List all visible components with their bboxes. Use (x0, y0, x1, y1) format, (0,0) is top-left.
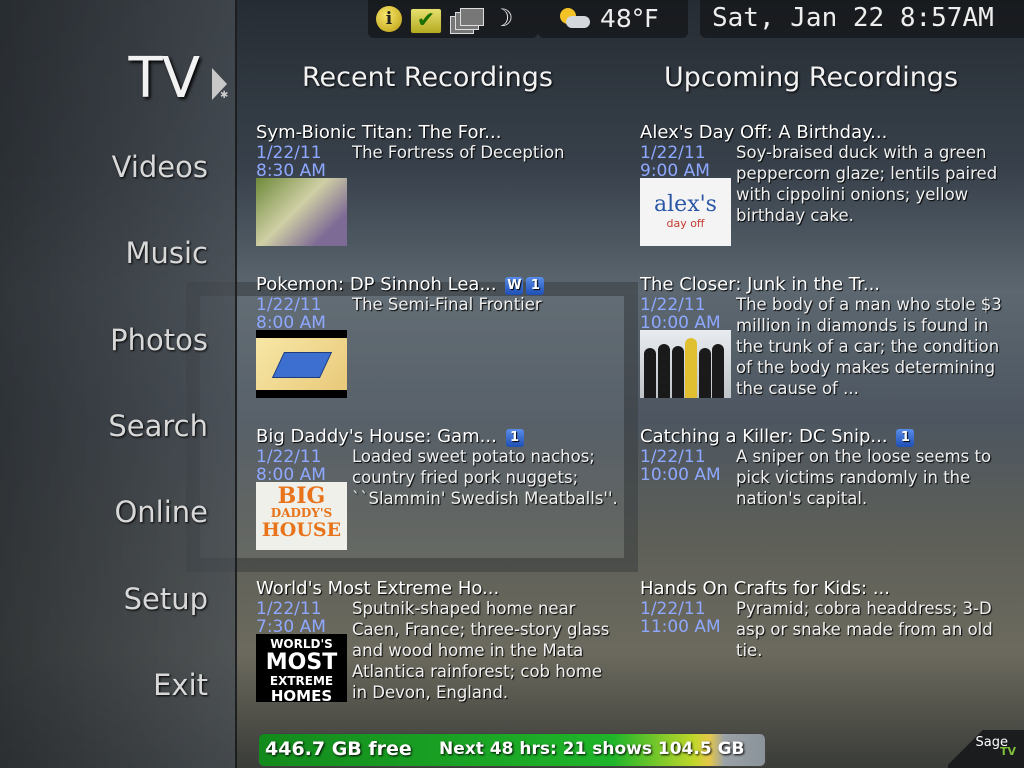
recent-recordings-header: Recent Recordings (302, 62, 554, 93)
upcoming-recording-item[interactable]: Alex's Day Off: A Birthday... 1/22/11 9:… (640, 122, 1000, 246)
recent-recording-item[interactable]: Big Daddy's House: Gam... 1 1/22/11 8:00… (256, 426, 618, 550)
temperature: 48°F (600, 4, 659, 33)
next-48hrs-label: Next 48 hrs: 21 shows 104.5 GB (439, 739, 745, 759)
upcoming-recordings-header: Upcoming Recordings (664, 62, 959, 93)
recent-recording-item[interactable]: World's Most Extreme Ho... 1/22/11 7:30 … (256, 578, 616, 702)
sidebar-item-music[interactable]: Music (125, 236, 208, 270)
recording-description: Sputnik-shaped home near Caen, France; t… (352, 599, 610, 702)
recording-description: Loaded sweet potato nachos; country frie… (352, 447, 618, 508)
recording-title: Big Daddy's House: Gam... 1 (256, 426, 616, 448)
recent-recording-item[interactable]: Sym-Bionic Titan: The For... 1/22/11 8:3… (256, 122, 616, 246)
checkmark-icon[interactable]: ✔ (410, 8, 442, 34)
one-badge-icon: 1 (896, 429, 915, 447)
recording-time: 11:00 AM (640, 617, 721, 637)
one-badge-icon: 1 (526, 277, 545, 295)
recording-title: The Closer: Junk in the Tr... (640, 274, 881, 295)
recording-date: 1/22/11 (640, 295, 706, 315)
recent-recording-item[interactable]: Pokemon: DP Sinnoh Lea... W1 1/22/11 8:0… (256, 274, 616, 398)
sidebar-menu: TV ✱ Videos Music Photos Search Online S… (0, 0, 237, 768)
sidebar-item-photos[interactable]: Photos (110, 323, 208, 357)
info-icon[interactable]: i (376, 6, 402, 32)
weather-widget: 48°F (538, 0, 688, 38)
recording-date: 1/22/11 (256, 295, 322, 315)
upcoming-recording-item[interactable]: The Closer: Junk in the Tr... 1/22/11 10… (640, 274, 1002, 398)
recording-description: Pyramid; cobra headdress; 3-D asp or sna… (736, 599, 993, 660)
date-time: Sat, Jan 22 8:57AM (712, 3, 994, 33)
recording-title: Pokemon: DP Sinnoh Lea... W1 (256, 274, 616, 296)
recording-title: Catching a Killer: DC Snip... 1 (640, 426, 1000, 448)
disk-space-bar: 446.7 GB free Next 48 hrs: 21 shows 104.… (258, 733, 766, 767)
clock-widget: Sat, Jan 22 8:57AM (700, 0, 1024, 38)
recording-date: 1/22/11 (640, 447, 706, 467)
windows-icon[interactable] (450, 8, 484, 34)
recording-thumbnail (256, 178, 347, 246)
recording-date: 1/22/11 (256, 447, 322, 467)
sidebar-item-setup[interactable]: Setup (124, 582, 208, 616)
upcoming-recording-item[interactable]: Hands On Crafts for Kids: ... 1/22/11 11… (640, 578, 1000, 660)
sidebar-item-search[interactable]: Search (108, 409, 208, 443)
recording-thumbnail (256, 330, 347, 398)
recording-description: A sniper on the loose seems to pick vict… (736, 447, 992, 508)
recording-date: 1/22/11 (256, 599, 322, 619)
recording-title: World's Most Extreme Ho... (256, 578, 500, 599)
recording-title: Sym-Bionic Titan: The For... (256, 122, 502, 143)
recording-title: Alex's Day Off: A Birthday... (640, 122, 888, 143)
recording-date: 1/22/11 (640, 599, 706, 619)
partly-sunny-icon (554, 6, 590, 32)
recording-description: The Semi-Final Frontier (352, 295, 542, 314)
recording-date: 1/22/11 (640, 143, 706, 163)
watched-badge-icon: W (505, 277, 524, 295)
recording-time: 10:00 AM (640, 465, 721, 485)
recording-date: 1/22/11 (256, 143, 322, 163)
sidebar-item-exit[interactable]: Exit (153, 668, 208, 702)
menu-title: TV (128, 46, 200, 111)
sidebar-item-videos[interactable]: Videos (112, 150, 208, 184)
submenu-star-icon: ✱ (220, 90, 229, 101)
recording-thumbnail: WORLD'S MOST EXTREME HOMES (256, 634, 347, 702)
recording-title: Hands On Crafts for Kids: ... (640, 578, 891, 599)
recording-thumbnail (640, 330, 731, 398)
recording-description: The Fortress of Deception (352, 143, 565, 162)
recording-thumbnail: alex's day off (640, 178, 731, 246)
sagetv-logo: Sage TV (948, 730, 1024, 768)
recording-description: Soy-braised duck with a green peppercorn… (736, 143, 998, 225)
recording-thumbnail: BIG DADDY'S HOUSE (256, 482, 347, 550)
status-icon-bar: i ✔ ☽ (368, 0, 538, 38)
moon-icon[interactable]: ☽ (492, 4, 514, 32)
sidebar-item-online[interactable]: Online (114, 495, 208, 529)
recording-description: The body of a man who stole $3 million i… (736, 295, 1002, 398)
one-badge-icon: 1 (505, 429, 524, 447)
upcoming-recording-item[interactable]: Catching a Killer: DC Snip... 1 1/22/11 … (640, 426, 1000, 508)
disk-free-label: 446.7 GB free (265, 738, 412, 760)
